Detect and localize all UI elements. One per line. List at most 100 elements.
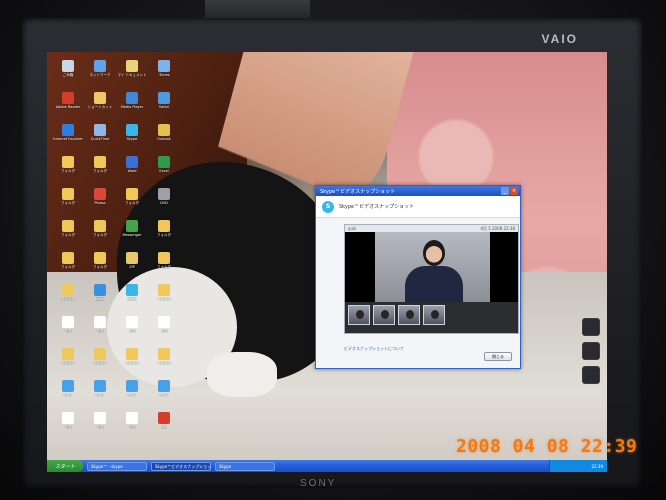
desktop-icon[interactable]: アプリ (85, 380, 115, 410)
desktop-icon[interactable]: Adobe Reader (53, 92, 83, 122)
desktop-icon[interactable]: フォルダ (53, 156, 83, 186)
snapshot-thumbnail[interactable] (348, 305, 370, 325)
desktop-icon[interactable]: フォルダ (149, 220, 179, 250)
desktop-icon[interactable]: Word (117, 156, 147, 186)
desktop-icon[interactable]: Internet Explorer (53, 124, 83, 154)
desktop-icon-label: フォルダ (93, 361, 107, 365)
desktop-icon-glyph (94, 348, 106, 360)
desktop-icon[interactable]: フォルダ (85, 156, 115, 186)
desktop-icon[interactable]: Outlook (149, 124, 179, 154)
start-button[interactable]: スタート (47, 460, 84, 472)
desktop-icon[interactable]: 文書 (85, 316, 115, 346)
desktop-icon-glyph (126, 412, 138, 424)
desktop-icon[interactable]: 文書 (53, 412, 83, 442)
desktop-icon-label: 文書 (96, 425, 104, 429)
desktop-icon-label: Safari (158, 105, 170, 109)
video-person-body (405, 266, 463, 302)
desktop-icon[interactable]: Media (85, 284, 115, 314)
video-person-head (423, 240, 445, 266)
desktop-icon[interactable]: ごみ箱 (53, 60, 83, 90)
desktop-icon[interactable]: フォルダ (85, 348, 115, 378)
desktop-icon[interactable]: Skype (117, 284, 147, 314)
desktop-icon[interactable]: 文書 (53, 316, 83, 346)
desktop-icon-label: Picasa (94, 201, 106, 205)
desktop-icon[interactable]: Skype (117, 124, 147, 154)
desktop-icon[interactable]: フォルダ (53, 188, 83, 218)
photo-date-stamp: 2008 04 08 22:39 (456, 436, 638, 457)
desktop-icon[interactable]: ショートカット (85, 92, 115, 122)
desktop-icon[interactable]: フォルダ (53, 252, 83, 282)
minimize-icon[interactable]: _ (501, 187, 509, 195)
taskbar-item-snapshot[interactable]: Skype™ビデオスナップショット (151, 461, 212, 471)
desktop-icon-glyph (158, 220, 170, 232)
desktop-icon[interactable]: Safari (149, 92, 179, 122)
desktop-icon[interactable]: iTunes (149, 60, 179, 90)
desktop-icon-label: Adobe Reader (55, 105, 81, 109)
desktop-icon[interactable]: フォルダ (53, 284, 83, 314)
desktop-icon[interactable]: アプリ (117, 380, 147, 410)
desktop-icon-glyph (62, 220, 74, 232)
desktop-icon-label: フォルダ (93, 265, 107, 269)
desktop-screen: ごみ箱 ネットワーク マイ ドキュメント iTunes Adobe Reader ショート… (47, 52, 607, 472)
desktop-icon-glyph (158, 252, 170, 264)
snapshot-thumbnail[interactable] (373, 305, 395, 325)
desktop-icon-glyph (158, 92, 170, 104)
desktop-icon-label: フォルダ (61, 201, 75, 205)
desktop-icon[interactable]: フォルダ (149, 284, 179, 314)
desktop-icon[interactable]: QuickTime (85, 124, 115, 154)
desktop-icon[interactable]: 文書 (117, 316, 147, 346)
desktop-icon[interactable]: ネットワーク (85, 60, 115, 90)
desktop-icon-glyph (94, 60, 106, 72)
desktop-icon-label: フォルダ (125, 361, 139, 365)
desktop-icon[interactable]: 文書 (149, 316, 179, 346)
desktop-icon[interactable]: アプリ (149, 380, 179, 410)
desktop-icon-glyph (62, 124, 74, 136)
snapshot-thumbnail[interactable] (423, 305, 445, 325)
desktop-icon[interactable]: Media Player (117, 92, 147, 122)
close-icon[interactable]: × (510, 187, 518, 195)
desktop-icon-label: Messenger (122, 233, 142, 237)
video-user-name: yuki (348, 226, 357, 231)
desktop-icon-label: Media Player (120, 105, 144, 109)
video-scene (375, 232, 490, 302)
desktop-icon-label: アプリ (126, 393, 138, 397)
window-header: S Skype™ビデオスナップショット (316, 196, 520, 218)
desktop-icon[interactable]: フォルダ (85, 252, 115, 282)
desktop-icon[interactable]: Messenger (117, 220, 147, 250)
desktop-icon-glyph (62, 412, 74, 424)
desktop-icon[interactable]: PDF (149, 412, 179, 442)
desktop-icon[interactable]: 文書 (85, 412, 115, 442)
desktop-icon[interactable]: フォルダ (85, 220, 115, 250)
desktop-icon[interactable]: フォルダ (117, 188, 147, 218)
desktop-icon[interactable]: マイ ドキュメント (117, 60, 147, 90)
snapshot-help-link[interactable]: ビデオスナップショットについて (344, 346, 404, 352)
skype-logo-icon: S (322, 200, 334, 213)
desktop-icon-glyph (158, 284, 170, 296)
desktop-icon[interactable]: Picasa (85, 188, 115, 218)
desktop-icon[interactable]: フォルダ (117, 348, 147, 378)
desktop-icon-glyph (62, 380, 74, 392)
video-panel: yuki 4月 5 2008 22:38 (344, 224, 519, 334)
desktop-icon-glyph (126, 252, 138, 264)
desktop-icon[interactable]: Excel (149, 156, 179, 186)
video-preview[interactable] (345, 232, 518, 302)
snapshot-thumbnail[interactable] (398, 305, 420, 325)
desktop-icon[interactable]: フォルダ (149, 348, 179, 378)
taskbar-item-skype[interactable]: Skype™ - skype (87, 461, 148, 471)
close-button[interactable]: 閉じる (484, 352, 512, 361)
desktop-icon[interactable]: アプリ (53, 380, 83, 410)
desktop-icon-label: 文書 (160, 329, 168, 333)
desktop-icon-label: フォルダ (61, 361, 75, 365)
desktop-icon-label: Word (127, 169, 137, 173)
desktop-icon[interactable]: フォルダ (149, 252, 179, 282)
taskbar-item-skype-2[interactable]: Skype (215, 461, 276, 471)
desktop-icon[interactable]: ZIP (117, 252, 147, 282)
desktop-icon-glyph (158, 348, 170, 360)
desktop-icon[interactable]: DVD (149, 188, 179, 218)
window-titlebar[interactable]: Skype™ビデオスナップショット _ × (316, 186, 520, 196)
video-info: 4月 5 2008 22:38 (480, 225, 515, 231)
desktop-icon[interactable]: フォルダ (53, 348, 83, 378)
desktop-icon[interactable]: 文書 (117, 412, 147, 442)
desktop-icon[interactable]: フォルダ (53, 220, 83, 250)
desktop-icon-glyph (62, 284, 74, 296)
